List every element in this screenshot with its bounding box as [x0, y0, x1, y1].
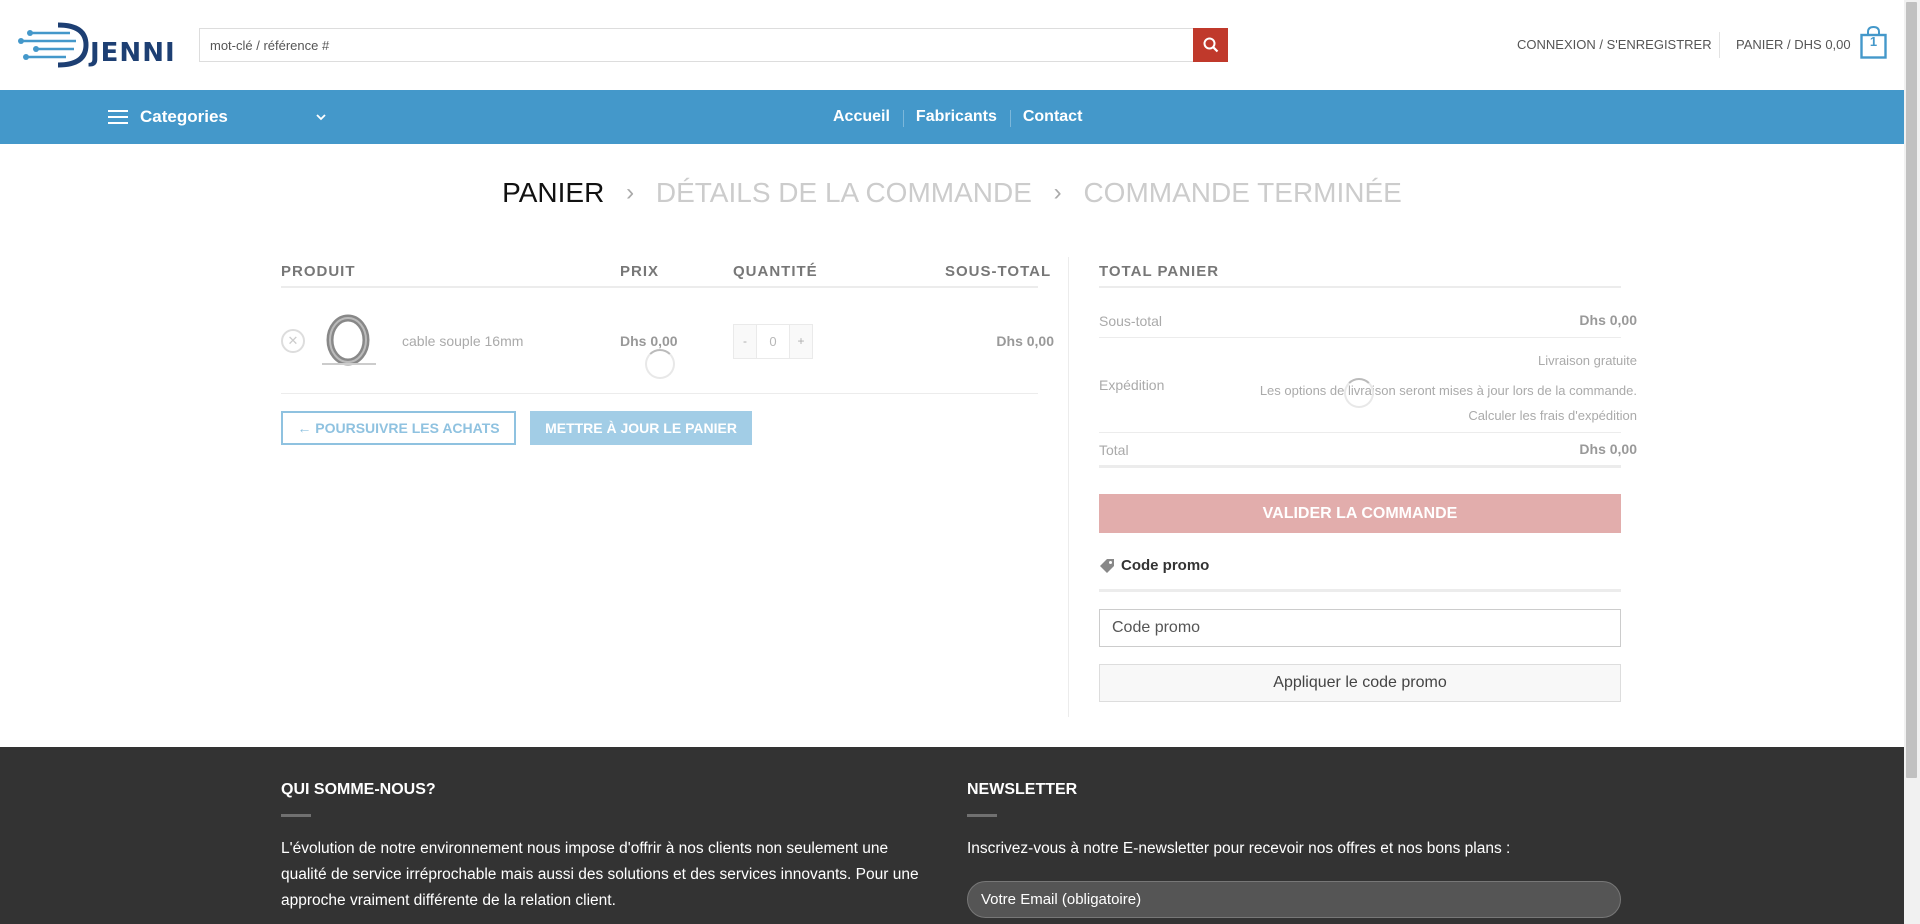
chevron-right-icon: ›: [626, 179, 635, 206]
site-footer: QUI SOMME-NOUS? L'évolution de notre env…: [0, 747, 1904, 924]
shipping-note: Les options de livraison seront mises à …: [1259, 383, 1637, 398]
site-logo[interactable]: JENNI: [18, 20, 175, 70]
chevron-right-icon: ›: [1053, 179, 1062, 206]
totals-row-divider: [1099, 465, 1621, 468]
continue-shopping-button[interactable]: ← POURSUIVRE LES ACHATS: [281, 411, 516, 445]
totals-row-divider: [1099, 337, 1621, 338]
cart-totals-title: TOTAL PANIER: [1099, 263, 1220, 280]
newsletter-email-input[interactable]: [967, 881, 1621, 918]
hamburger-icon: [108, 110, 128, 124]
column-header-subtotal: SOUS-TOTAL: [945, 263, 1052, 280]
tag-icon: [1100, 558, 1114, 573]
step-order-complete: COMMANDE TERMINÉE: [1083, 177, 1402, 208]
calculate-shipping-link[interactable]: Calculer les frais d'expédition: [1468, 408, 1637, 423]
search-button[interactable]: [1193, 28, 1228, 62]
nav-item-contact[interactable]: Contact: [1009, 108, 1096, 127]
categories-menu[interactable]: Categories: [108, 90, 228, 144]
update-cart-button[interactable]: METTRE À JOUR LE PANIER: [530, 411, 752, 445]
newsletter-text: Inscrivez-vous à notre E-newsletter pour…: [967, 840, 1511, 857]
totals-row-divider: [1099, 432, 1621, 433]
step-cart[interactable]: PANIER: [502, 177, 604, 208]
newsletter-title-underline: [967, 814, 997, 817]
subtotal-label: Sous-total: [1099, 313, 1163, 329]
search-bar: [199, 28, 1228, 62]
product-price: Dhs 0,00: [620, 333, 678, 349]
nav-item-accueil[interactable]: Accueil: [820, 108, 903, 126]
login-register-link[interactable]: CONNEXION / S'ENREGISTRER: [1517, 37, 1712, 52]
subtotal-value: Dhs 0,00: [1579, 312, 1637, 328]
about-text-line: qualité de service irréprochable mais au…: [281, 866, 919, 883]
circuit-logo-icon: [18, 22, 89, 68]
site-header: JENNI CONNEXION / S'ENREGISTRER PANIER /…: [0, 0, 1904, 90]
quantity-stepper: - 0 +: [733, 324, 813, 359]
column-header-product: PRODUIT: [281, 263, 356, 280]
newsletter-title: NEWSLETTER: [967, 781, 1078, 798]
free-shipping-text: Livraison gratuite: [1538, 353, 1637, 368]
loading-spinner-icon: [1344, 378, 1374, 408]
chevron-down-icon[interactable]: [315, 108, 327, 128]
cart-count-badge: 1: [1869, 34, 1878, 49]
about-title-underline: [281, 814, 311, 817]
checkout-steps: PANIER › DÉTAILS DE LA COMMANDE › COMMAN…: [0, 177, 1904, 209]
cart-link[interactable]: PANIER / DHS 0,00: [1736, 37, 1851, 52]
header-divider: [1719, 32, 1720, 58]
apply-promo-button[interactable]: Appliquer le code promo: [1099, 664, 1621, 702]
total-label: Total: [1099, 442, 1129, 458]
categories-label: Categories: [140, 107, 228, 126]
main-navigation: Categories Accueil Fabricants Contact: [0, 90, 1904, 144]
about-text-line: L'évolution de notre environnement nous …: [281, 840, 889, 857]
quantity-input[interactable]: 0: [756, 325, 790, 358]
search-icon: [1203, 37, 1218, 53]
column-header-quantity: QUANTITÉ: [733, 263, 818, 280]
step-order-details[interactable]: DÉTAILS DE LA COMMANDE: [656, 177, 1032, 208]
product-thumbnail[interactable]: [318, 310, 380, 372]
checkout-button[interactable]: VALIDER LA COMMANDE: [1099, 494, 1621, 533]
nav-item-fabricants[interactable]: Fabricants: [902, 108, 1010, 127]
shipping-label: Expédition: [1099, 377, 1165, 393]
table-row-divider: [281, 393, 1038, 394]
about-title: QUI SOMME-NOUS?: [281, 781, 436, 798]
product-name-link[interactable]: cable souple 16mm: [402, 333, 523, 349]
totals-header-divider: [1099, 286, 1621, 288]
logo-text: JENNI: [90, 38, 176, 68]
remove-item-button[interactable]: ✕: [281, 329, 305, 353]
quantity-increase-button[interactable]: +: [790, 325, 812, 358]
page-scrollbar-thumb[interactable]: [1906, 2, 1917, 778]
table-header-divider: [281, 286, 1038, 288]
column-divider: [1068, 257, 1069, 717]
about-text-line: approche vraiment différente de la relat…: [281, 892, 616, 909]
total-value: Dhs 0,00: [1579, 441, 1637, 457]
close-icon: ✕: [287, 333, 299, 348]
search-input[interactable]: [200, 29, 1194, 61]
product-subtotal: Dhs 0,00: [996, 333, 1054, 349]
promo-code-input[interactable]: [1099, 609, 1621, 647]
column-header-price: PRIX: [620, 263, 660, 280]
quantity-decrease-button[interactable]: -: [734, 325, 756, 358]
promo-divider: [1099, 589, 1621, 592]
promo-header: Code promo: [1099, 557, 1209, 574]
about-text: L'évolution de notre environnement nous …: [281, 836, 941, 914]
promo-title: Code promo: [1121, 557, 1210, 574]
nav-links: Accueil Fabricants Contact: [820, 90, 1095, 144]
loading-spinner-icon: [645, 349, 675, 379]
